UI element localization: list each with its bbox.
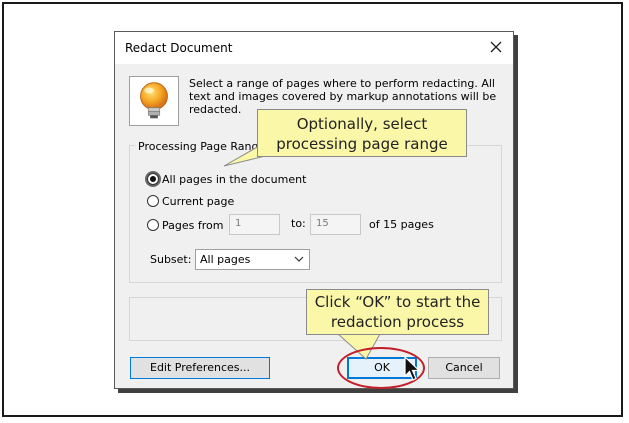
- radio-current-page-label: Current page: [162, 194, 235, 208]
- radio-all-pages[interactable]: All pages in the document: [147, 171, 306, 187]
- edit-preferences-button[interactable]: Edit Preferences...: [130, 357, 270, 379]
- callout-text: Optionally, select: [296, 115, 428, 133]
- subset-value: All pages: [200, 253, 251, 266]
- subset-dropdown[interactable]: All pages: [195, 249, 310, 270]
- dialog-titlebar: Redact Document: [115, 32, 513, 64]
- select-range-callout: Optionally, select processing page range: [257, 109, 467, 157]
- group-label: Processing Page Range: [135, 140, 269, 153]
- redact-document-dialog: Redact Document Select a range of pages …: [114, 31, 514, 389]
- page-count-label: of 15 pages: [369, 218, 434, 231]
- mouse-cursor-icon: [404, 356, 421, 381]
- close-button[interactable]: [487, 38, 505, 56]
- radio-pages-from-label: Pages from: [162, 218, 224, 232]
- click-ok-callout: Click “OK” to start the redaction proces…: [306, 289, 489, 335]
- cancel-button[interactable]: Cancel: [428, 357, 500, 379]
- callout-text: redaction process: [330, 313, 465, 331]
- lightbulb-icon: [129, 76, 179, 126]
- radio-pages-from[interactable]: Pages from: [147, 217, 223, 233]
- close-icon: [490, 41, 502, 53]
- subset-label: Subset:: [150, 253, 192, 266]
- to-page-input[interactable]: 15: [310, 214, 361, 235]
- radio-all-pages-label: All pages in the document: [162, 172, 307, 186]
- chevron-down-icon: [294, 256, 304, 262]
- callout-text: processing page range: [276, 135, 448, 153]
- to-label: to:: [291, 217, 306, 230]
- callout-text: Click “OK” to start the: [314, 293, 481, 311]
- dialog-title: Redact Document: [125, 41, 233, 55]
- from-page-input[interactable]: 1: [229, 214, 280, 235]
- radio-button[interactable]: [147, 219, 159, 231]
- radio-button-checked[interactable]: [147, 173, 159, 185]
- radio-button[interactable]: [147, 195, 159, 207]
- radio-current-page[interactable]: Current page: [147, 193, 234, 209]
